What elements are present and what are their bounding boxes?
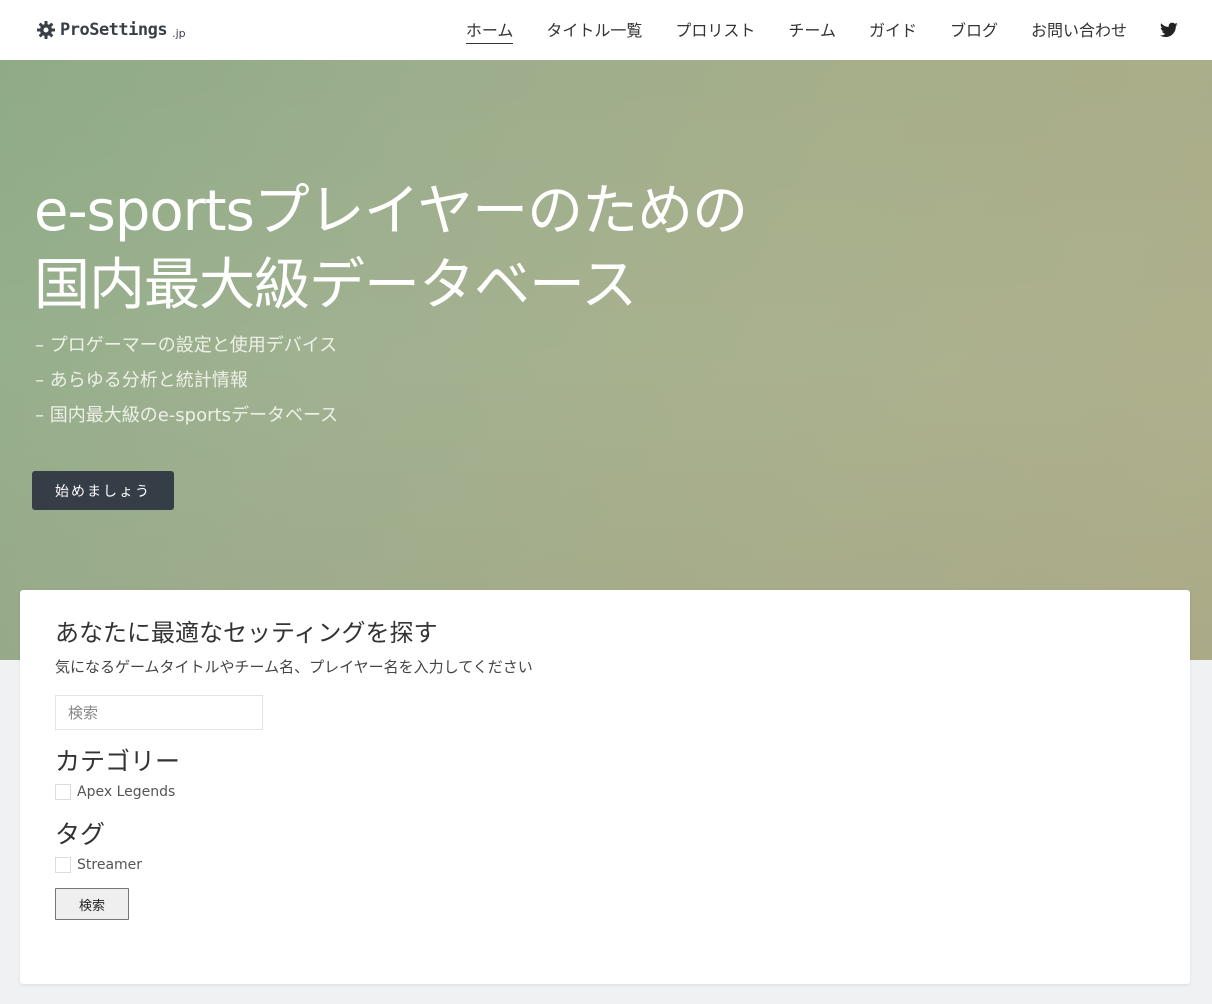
search-card: あなたに最適なセッティングを探す 気になるゲームタイトルやチーム名、プレイヤー名… (20, 590, 1190, 984)
nav-item-titles[interactable]: タイトル一覧 (546, 17, 642, 44)
nav-item-pro-list[interactable]: プロリスト (675, 17, 755, 44)
nav-item-guide[interactable]: ガイド (869, 17, 917, 44)
logo-text: ProSettings (60, 20, 168, 40)
hero-feature-item: – あらゆる分析と統計情報 (35, 370, 248, 391)
category-heading: カテゴリー (55, 747, 181, 776)
tag-option-label[interactable]: Streamer (77, 856, 142, 874)
hero-feature-item: – プロゲーマーの設定と使用デバイス (35, 335, 338, 356)
main-nav: ホーム タイトル一覧 プロリスト チーム ガイド ブログ お問い合わせ (465, 17, 1178, 44)
nav-item-blog[interactable]: ブログ (950, 17, 998, 44)
tag-option-row: Streamer (55, 856, 1155, 874)
nav-item-contact[interactable]: お問い合わせ (1031, 17, 1127, 44)
search-submit-button[interactable]: 検索 (55, 888, 129, 920)
tag-checkbox[interactable] (55, 857, 71, 873)
tag-heading: タグ (55, 820, 106, 849)
category-checkbox[interactable] (55, 784, 71, 800)
search-card-title: あなたに最適なセッティングを探す (55, 619, 438, 647)
hero-feature-list: – プロゲーマーの設定と使用デバイス – あらゆる分析と統計情報 – 国内最大級… (35, 328, 338, 433)
nav-item-teams[interactable]: チーム (788, 17, 836, 44)
hero-title: e-sportsプレイヤーのための 国内最大級データベース (34, 175, 748, 323)
hero-title-line-1: e-sportsプレイヤーのための (34, 179, 748, 244)
twitter-icon[interactable] (1160, 22, 1178, 38)
gear-icon (36, 20, 56, 40)
nav-item-home[interactable]: ホーム (465, 17, 514, 44)
hero-section: e-sportsプレイヤーのための 国内最大級データベース – プロゲーマーの設… (0, 60, 1212, 660)
get-started-button[interactable]: 始めましょう (32, 471, 174, 510)
category-option-label[interactable]: Apex Legends (77, 783, 175, 801)
site-logo[interactable]: ProSettings .jp (36, 20, 186, 40)
category-option-row: Apex Legends (55, 783, 1155, 801)
hero-title-line-2: 国内最大級データベース (34, 253, 637, 318)
search-card-description: 気になるゲームタイトルやチーム名、プレイヤー名を入力してください (55, 658, 533, 676)
hero-feature-item: – 国内最大級のe-sportsデータベース (35, 405, 339, 426)
search-input[interactable] (55, 695, 263, 730)
site-header: ProSettings .jp ホーム タイトル一覧 プロリスト チーム ガイド … (0, 0, 1212, 60)
logo-suffix: .jp (172, 26, 186, 40)
